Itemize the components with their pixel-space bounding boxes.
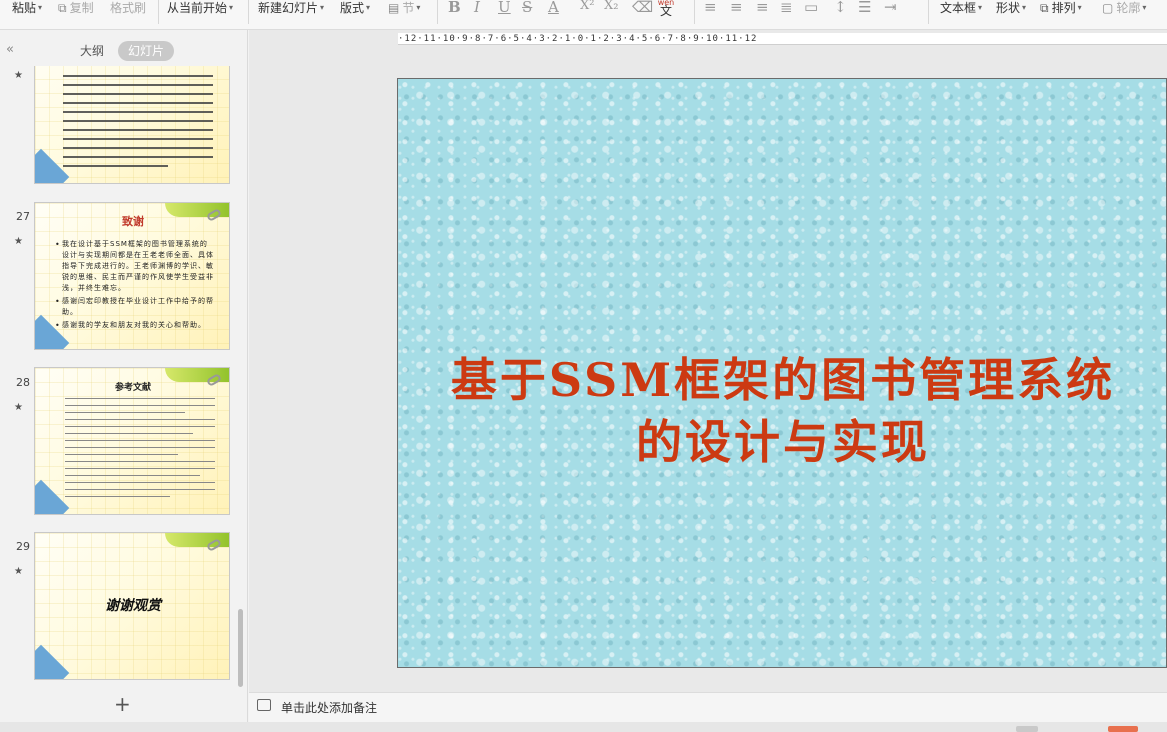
- bullet-list-icon[interactable]: ☰: [858, 0, 871, 16]
- tab-outline[interactable]: 大纲: [70, 41, 114, 61]
- thumbnail-scrollbar[interactable]: [236, 66, 244, 687]
- slide-thumbnail-29[interactable]: 谢谢观赏: [34, 532, 230, 680]
- layout-label: 版式: [340, 1, 365, 15]
- animation-star-icon: ★: [14, 70, 23, 81]
- toolbar-divider: [248, 0, 249, 24]
- arrange-button[interactable]: ⧉ 排列 ▾: [1040, 0, 1082, 16]
- distribute-icon[interactable]: ▭: [804, 0, 818, 16]
- phonetic-guide-char: 文: [659, 4, 672, 18]
- status-button[interactable]: [1016, 726, 1038, 732]
- thumbnail-title: 参考文献: [114, 383, 151, 393]
- underline-icon[interactable]: U: [498, 0, 511, 16]
- new-slide-button[interactable]: 新建幻灯片 ▾: [258, 0, 324, 16]
- eraser-icon[interactable]: ⌫: [632, 0, 653, 16]
- toolbar-divider: [694, 0, 695, 24]
- chevron-down-icon: ▾: [229, 3, 234, 12]
- status-bar: [0, 722, 1167, 732]
- thumbnail-title: 致谢: [122, 215, 144, 228]
- section-label: 节: [402, 1, 415, 15]
- collapse-panel-icon[interactable]: «: [6, 42, 14, 57]
- format-painter-label: 格式刷: [110, 1, 147, 15]
- slide-number: 29: [16, 540, 30, 553]
- arrange-label: 排列: [1051, 1, 1076, 15]
- paste-label: 粘贴: [12, 1, 37, 15]
- outline-button[interactable]: ▢ 轮廓 ▾: [1102, 0, 1146, 16]
- textbox-label: 文本框: [940, 1, 977, 15]
- bullet-item: 我在设计基于SSM框架的图书管理系统的设计与实现期间都是在王老老师全面、具体指导…: [55, 239, 215, 294]
- thumbnail-title: 谢谢观赏: [105, 598, 161, 614]
- subscript-icon[interactable]: X₂: [604, 0, 618, 13]
- shape-button[interactable]: 形状 ▾: [996, 0, 1026, 16]
- slide-thumbnail-26[interactable]: [34, 66, 230, 184]
- toolbar-divider: [928, 0, 929, 24]
- phonetic-guide-icon[interactable]: wen 文: [656, 0, 676, 18]
- chevron-down-icon: ▾: [38, 3, 43, 12]
- align-left-icon[interactable]: ≡: [704, 0, 717, 16]
- thumbnail-text-block: [63, 75, 213, 174]
- new-slide-label: 新建幻灯片: [258, 1, 319, 15]
- layers-icon: ⧉: [1040, 1, 1049, 15]
- align-center-icon[interactable]: ≡: [730, 0, 743, 16]
- scrollbar-thumb[interactable]: [238, 609, 243, 687]
- line-spacing-icon[interactable]: ↕: [834, 0, 847, 16]
- chevron-down-icon: ▾: [1142, 3, 1147, 12]
- horizontal-ruler: ·12·11·10·9·8·7·6·5·4·3·2·1·0·1·2·3·4·5·…: [398, 33, 1167, 45]
- copy-icon: ⧉: [58, 1, 67, 15]
- current-slide[interactable]: 基于SSM框架的图书管理系统 的设计与实现: [397, 78, 1167, 668]
- chevron-down-icon: ▾: [1077, 3, 1082, 12]
- format-painter-button[interactable]: 格式刷: [110, 0, 146, 16]
- from-current-label: 从当前开始: [167, 1, 228, 15]
- outline-label: 轮廓: [1116, 1, 1141, 15]
- bullet-item: 感谢闫宏印教授在毕业设计工作中给予的帮助。: [55, 296, 215, 318]
- strikethrough-icon[interactable]: S: [522, 0, 532, 16]
- tab-slides[interactable]: 幻灯片: [118, 41, 175, 61]
- toolbar-divider: [158, 0, 159, 24]
- section-button[interactable]: ▤ 节 ▾: [388, 0, 420, 16]
- animation-star-icon: ★: [14, 566, 23, 577]
- chevron-down-icon: ▾: [978, 3, 983, 12]
- copy-label: 复制: [69, 1, 94, 15]
- superscript-icon[interactable]: X²: [580, 0, 594, 13]
- slide-thumbnail-28[interactable]: 参考文献: [34, 367, 230, 515]
- notes-placeholder: 单击此处添加备注: [281, 701, 378, 715]
- thumbnail-list: ★ 27 ★ 致谢 我在设计基于SSM框架的图书管理系统的设计与实现期间都是在王…: [0, 66, 236, 680]
- animation-star-icon: ★: [14, 402, 23, 413]
- slide-title[interactable]: 基于SSM框架的图书管理系统 的设计与实现: [398, 349, 1166, 473]
- slide-number: 27: [16, 210, 30, 223]
- notes-pane[interactable]: 单击此处添加备注: [249, 692, 1167, 722]
- chevron-down-icon: ▾: [1022, 3, 1027, 12]
- italic-icon[interactable]: I: [474, 0, 480, 16]
- textbox-button[interactable]: 文本框 ▾: [940, 0, 982, 16]
- slide-number: 28: [16, 376, 30, 389]
- paste-button[interactable]: 粘贴 ▾: [12, 0, 42, 16]
- section-icon: ▤: [388, 1, 400, 15]
- thumbnail-reference-list: [65, 398, 215, 503]
- font-color-icon[interactable]: A: [548, 0, 559, 16]
- bullet-item: 感谢我的学友和朋友对我的关心和帮助。: [55, 320, 215, 331]
- indent-icon[interactable]: ⇥: [884, 0, 897, 16]
- status-accent-button[interactable]: [1108, 726, 1138, 732]
- slide-panel: « 大纲 幻灯片 ★ 27 ★ 致谢 我在设计基于SSM框架的图书管理系统的设计…: [0, 30, 248, 722]
- toolbar-divider: [437, 0, 438, 24]
- align-right-icon[interactable]: ≡: [756, 0, 769, 16]
- shape-label: 形状: [996, 1, 1021, 15]
- chevron-down-icon: ▾: [320, 3, 325, 12]
- layout-button[interactable]: 版式 ▾: [340, 0, 370, 16]
- bold-icon[interactable]: B: [448, 0, 461, 16]
- slide-thumbnail-27[interactable]: 致谢 我在设计基于SSM框架的图书管理系统的设计与实现期间都是在王老老师全面、具…: [34, 202, 230, 350]
- animation-star-icon: ★: [14, 236, 23, 247]
- toolbar: 粘贴 ▾ ⧉ 复制 格式刷 从当前开始 ▾ 新建幻灯片 ▾ 版式 ▾ ▤ 节 ▾ B I U …: [0, 0, 1167, 30]
- notes-icon: [257, 699, 271, 711]
- outline-icon: ▢: [1102, 1, 1114, 15]
- slide-title-line-1: 基于SSM框架的图书管理系统: [450, 353, 1116, 407]
- add-slide-button[interactable]: +: [114, 692, 131, 716]
- justify-icon[interactable]: ≣: [780, 0, 793, 16]
- chevron-down-icon: ▾: [366, 3, 371, 12]
- from-current-button[interactable]: 从当前开始 ▾: [167, 0, 233, 16]
- chevron-down-icon: ▾: [416, 3, 421, 12]
- slide-title-line-2: 的设计与实现: [636, 415, 930, 469]
- copy-button[interactable]: ⧉ 复制: [58, 0, 94, 16]
- thumbnail-bullets: 我在设计基于SSM框架的图书管理系统的设计与实现期间都是在王老老师全面、具体指导…: [55, 239, 215, 333]
